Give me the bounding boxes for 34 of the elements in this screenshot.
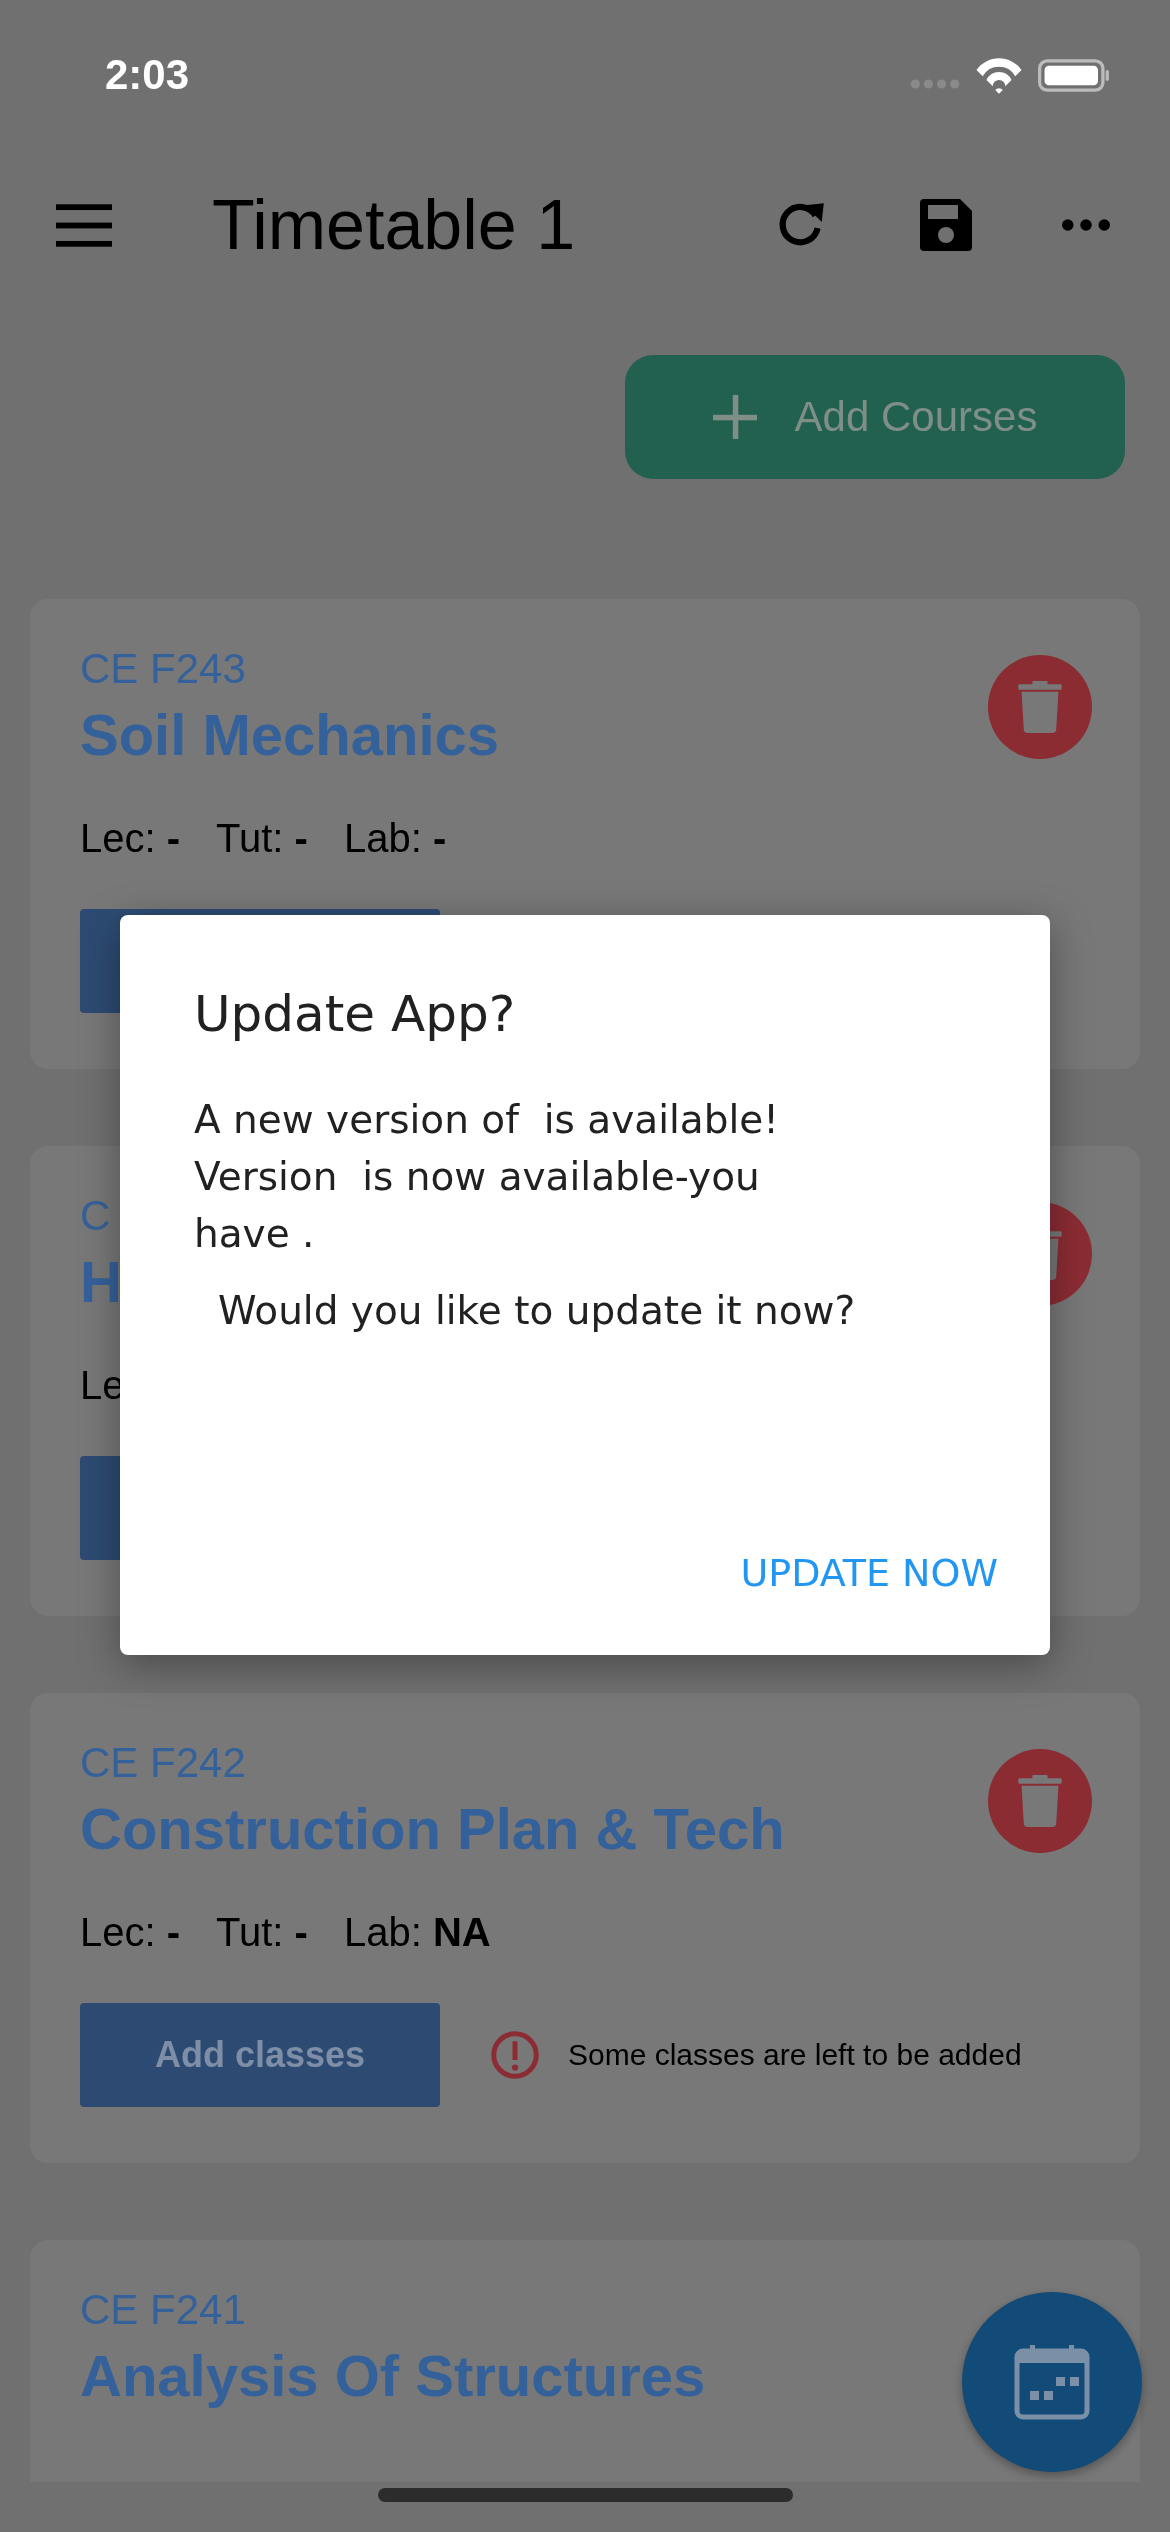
add-courses-button[interactable]: Add Courses — [625, 355, 1125, 479]
dialog-question: Would you like to update it now? — [217, 1288, 856, 1333]
plus-icon — [712, 395, 757, 439]
dialog-message: A new version of is available! Version is now available-you have . — [194, 1096, 780, 1258]
trash-icon — [1018, 1775, 1062, 1827]
toolbar-title: Timetable 1 — [212, 185, 576, 265]
update-now-button[interactable]: UPDATE NOW — [740, 1541, 998, 1605]
dialog-title: Update App? — [194, 985, 517, 1043]
calendar-icon — [1014, 2344, 1090, 2420]
status-time: 2:03 — [105, 51, 190, 99]
course-title: H — [80, 1248, 122, 1315]
slot-label: Lab: - — [343, 816, 447, 861]
slot-label: Lab: NA — [343, 1910, 491, 1955]
slot-label: Tut: - — [216, 1910, 308, 1955]
warning-icon — [490, 2030, 540, 2080]
more-icon[interactable] — [1062, 219, 1110, 231]
slot-label: Tut: - — [216, 816, 308, 861]
save-icon[interactable] — [918, 197, 974, 253]
battery-icon — [1038, 58, 1110, 92]
course-title: Construction Plan & Tech — [80, 1795, 785, 1862]
course-title: Analysis Of Structures — [80, 2342, 706, 2409]
wifi-icon — [974, 55, 1024, 95]
menu-icon[interactable] — [56, 203, 112, 247]
course-code: CE F241 — [80, 2286, 246, 2334]
course-code: CE F242 — [80, 1739, 246, 1787]
warning-text: Some classes are left to be added — [568, 2038, 1022, 2072]
signal-icon — [910, 76, 960, 92]
add-classes-button[interactable]: Add classes — [80, 2003, 440, 2107]
course-title: Soil Mechanics — [80, 701, 500, 768]
course-code: C — [80, 1192, 111, 1240]
slot-label: Lec: - — [80, 1910, 181, 1955]
course-code: CE F243 — [80, 645, 246, 693]
trash-icon — [1018, 681, 1062, 733]
slot-label: Lec: - — [80, 816, 181, 861]
